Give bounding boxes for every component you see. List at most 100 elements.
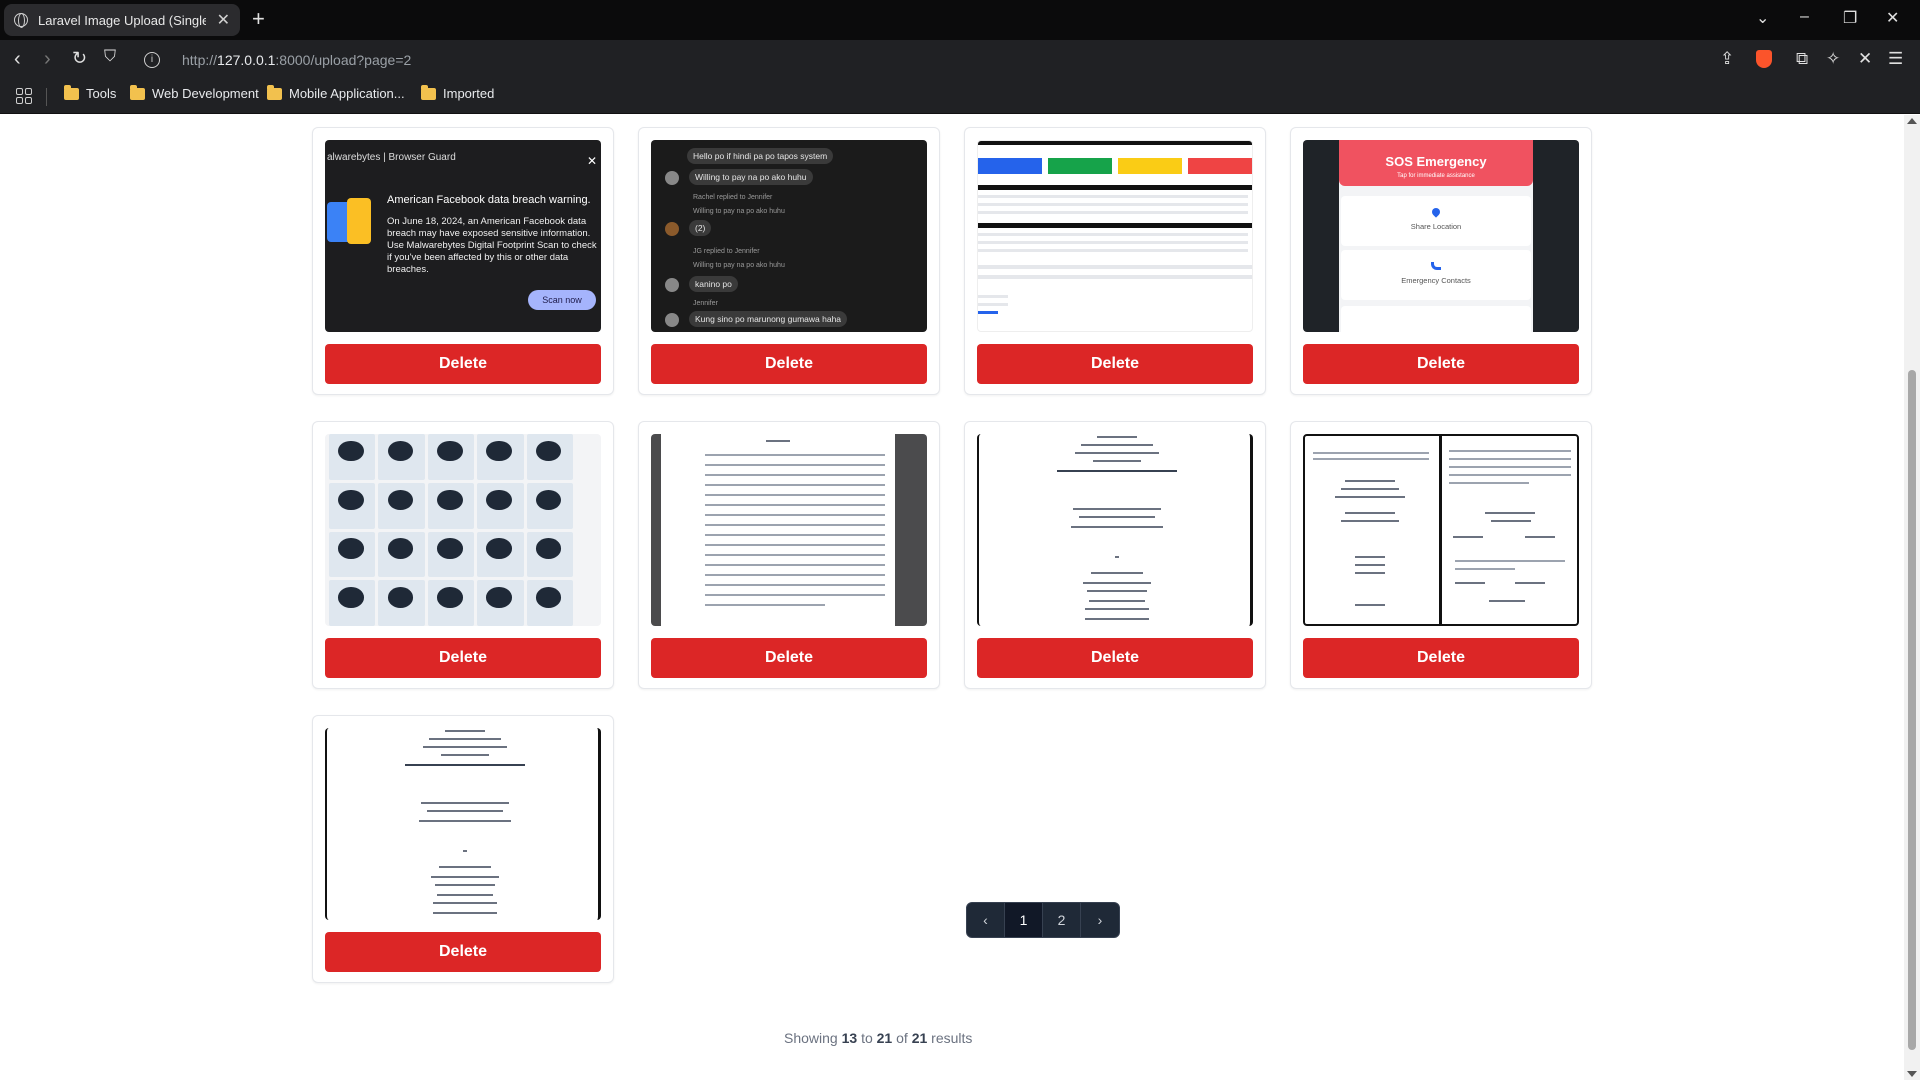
share-icon[interactable]: ⇪ [1720,49,1734,69]
thumb-shape [978,203,1248,206]
close-window-icon[interactable]: ✕ [1886,8,1899,28]
delete-button[interactable]: Delete [977,638,1253,678]
thumb-shape [1118,158,1182,174]
tab-search-icon[interactable]: ⌄ [1756,8,1769,28]
thumb-text: Kung sino po marunong gumawa haha [689,311,848,327]
scroll-down-icon[interactable] [1907,1071,1917,1077]
extensions-icon[interactable]: ⧉ [1796,49,1808,69]
thumb-text: Rachel replied to Jennifer [693,194,773,201]
thumb-text: Willing to pay na po ako huhu [693,262,785,269]
url-text: http://127.0.0.1:8000/upload?page=2 [182,52,412,68]
thumb-shape [978,195,1248,198]
thumb-text: American Facebook data breach warning. [387,194,591,206]
thumb-shape [978,295,1008,298]
delete-button[interactable]: Delete [651,638,927,678]
delete-button[interactable]: Delete [325,932,601,972]
thumb-text: Hello po if hindi pa po tapos system [687,148,834,164]
scroll-up-icon[interactable] [1907,118,1917,124]
delete-button[interactable]: Delete [325,344,601,384]
tab-bar: Laravel Image Upload (Single - ✕ + ⌄ – ❐… [0,0,1920,40]
thumb-shape [978,275,1252,279]
address-bar[interactable]: i http://127.0.0.1:8000/upload?page=2 [136,45,1740,75]
menu-icon[interactable]: ☰ [1888,49,1903,69]
thumb-shape [978,158,1042,174]
tab-close-icon[interactable]: ✕ [217,10,230,30]
scrollbar-thumb[interactable] [1908,370,1916,1050]
avatar [665,313,679,327]
thumb-shape [978,185,1252,190]
thumb-shape [978,233,1248,236]
delete-button[interactable]: Delete [1303,344,1579,384]
folder-icon [130,84,145,100]
thumb-shape [1048,158,1112,174]
image-thumbnail [325,728,601,920]
brave-shield-icon[interactable] [1756,50,1772,68]
thumb-text: Share Location [1410,222,1462,231]
reload-icon[interactable]: ↻ [72,48,87,69]
folder-icon [421,84,436,100]
thumb-text: JG replied to Jennifer [693,248,760,255]
browser-tab[interactable]: Laravel Image Upload (Single - ✕ [4,4,240,36]
previous-page-button[interactable]: ‹ [967,903,1005,937]
image-thumbnail [1303,434,1579,626]
thumb-text: alwarebytes | Browser Guard [327,152,456,163]
bookmark-mobile-application[interactable]: Mobile Application... [267,84,405,101]
image-thumbnail [325,434,601,626]
close-icon: ✕ [586,154,597,168]
sos-banner: SOS Emergency Tap for immediate assistan… [1339,140,1533,186]
bookmark-icon[interactable]: ⛉ [104,48,116,66]
scrollbar[interactable] [1904,115,1920,1080]
thumb-shape [978,249,1248,252]
avatar [665,278,679,292]
page-button-1[interactable]: 1 [1005,903,1043,937]
image-thumbnail: alwarebytes | Browser Guard ✕ American F… [325,140,601,332]
thumb-shape: Share Location [1341,196,1531,246]
image-card: Delete [312,715,614,983]
back-icon[interactable]: ‹ [14,48,21,71]
image-thumbnail: Hello po if hindi pa po tapos system Wil… [651,140,927,332]
image-card: Delete [638,421,940,689]
tab-title: Laravel Image Upload (Single - [38,12,206,28]
bookmark-web-development[interactable]: Web Development [130,84,259,101]
thumb-shape [1188,158,1252,174]
image-card: SOS Emergency Tap for immediate assistan… [1290,127,1592,395]
document-page [661,434,895,626]
image-thumbnail: SOS Emergency Tap for immediate assistan… [1303,140,1579,332]
delete-button[interactable]: Delete [325,638,601,678]
thumb-shape [978,303,1008,306]
image-card: Hello po if hindi pa po tapos system Wil… [638,127,940,395]
thumb-text: SOS Emergency [1385,154,1487,169]
bookmark-imported[interactable]: Imported [421,84,494,101]
new-tab-button[interactable]: + [252,6,265,32]
leo-ai-icon[interactable]: ✧ [1826,49,1840,69]
image-thumbnail [651,434,927,626]
thumb-shape [978,265,1252,269]
image-thumbnail [977,140,1253,332]
image-card: Delete [964,127,1266,395]
wallet-icon[interactable]: ✕ [1858,49,1872,69]
restore-icon[interactable]: ❐ [1843,8,1857,28]
site-info-icon[interactable]: i [144,52,160,68]
thumb-text: On June 18, 2024, an American Facebook d… [387,216,597,275]
page-button-2[interactable]: 2 [1043,903,1081,937]
thumb-shape [978,141,1252,145]
apps-icon[interactable] [16,88,32,104]
thumb-text: Tap for immediate assistance [1397,173,1475,179]
bookmark-tools[interactable]: Tools [64,84,116,101]
globe-icon [14,13,28,28]
thumb-text: Emergency Contacts [1401,276,1471,285]
image-card: Delete [1290,421,1592,689]
next-page-button[interactable]: › [1081,903,1119,937]
image-card: alwarebytes | Browser Guard ✕ American F… [312,127,614,395]
thumb-shape [1341,306,1531,332]
delete-button[interactable]: Delete [651,344,927,384]
delete-button[interactable]: Delete [1303,638,1579,678]
forward-icon[interactable]: › [44,48,51,71]
avatar [665,171,679,185]
phone-icon [1431,262,1441,270]
thumb-shape: Emergency Contacts [1341,250,1531,300]
image-card: Delete [964,421,1266,689]
delete-button[interactable]: Delete [977,344,1253,384]
thumb-text: (2) [689,220,712,236]
minimize-icon[interactable]: – [1800,8,1809,26]
